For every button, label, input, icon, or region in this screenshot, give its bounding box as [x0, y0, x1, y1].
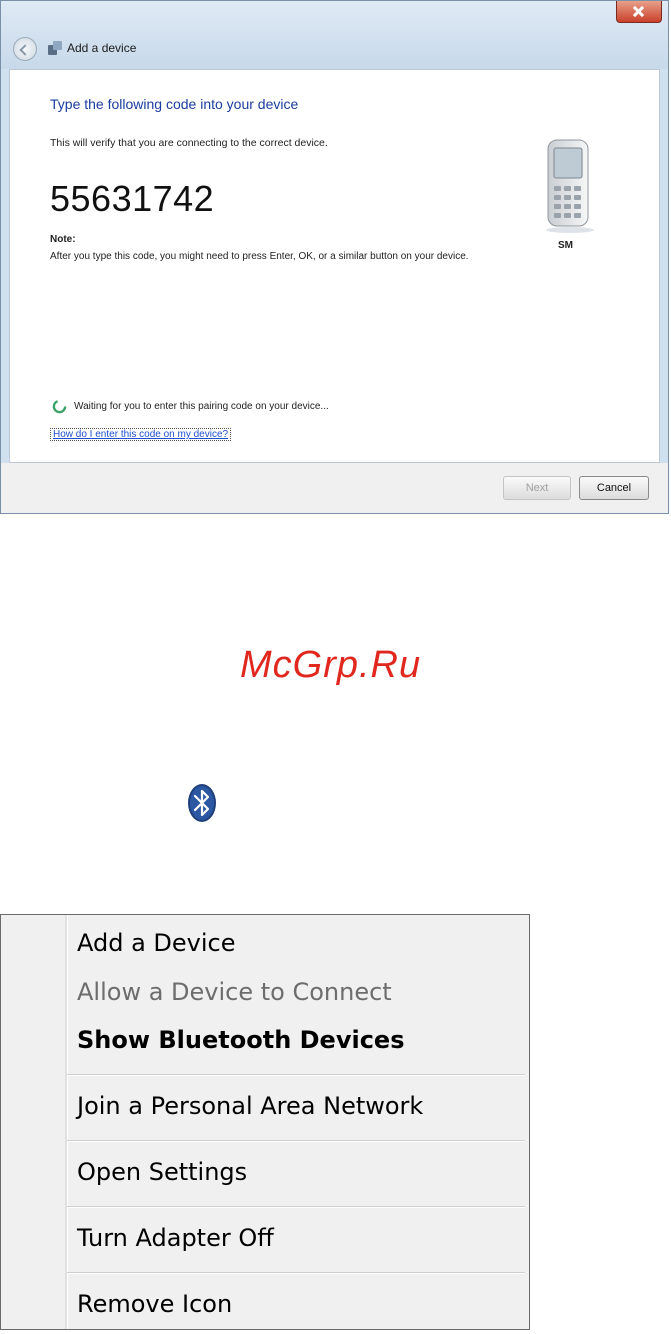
button-bar: Next Cancel	[1, 463, 668, 513]
close-icon[interactable]	[616, 1, 662, 23]
menu-item-join-pan[interactable]: Join a Personal Area Network	[77, 1092, 423, 1120]
dialog-content: Type the following code into your device…	[9, 69, 660, 463]
title-bar: Add a device	[1, 1, 668, 69]
menu-item-add-device[interactable]: Add a Device	[77, 929, 236, 957]
menu-item-open-settings[interactable]: Open Settings	[77, 1158, 247, 1186]
menu-separator	[67, 1206, 525, 1208]
waiting-status: Waiting for you to enter this pairing co…	[74, 401, 329, 412]
device-name: SM	[558, 240, 573, 251]
back-arrow-icon[interactable]	[13, 37, 37, 61]
note-text: After you type this code, you might need…	[50, 251, 469, 262]
phone-icon	[546, 139, 594, 233]
menu-separator	[67, 1140, 525, 1142]
menu-item-show-devices[interactable]: Show Bluetooth Devices	[77, 1026, 405, 1054]
menu-separator	[67, 1074, 525, 1076]
pairing-code: 55631742	[50, 178, 215, 219]
menu-item-turn-adapter-off[interactable]: Turn Adapter Off	[77, 1224, 274, 1252]
window-title: Add a device	[67, 41, 137, 55]
spinner-icon	[52, 399, 67, 414]
watermark: McGrp.Ru	[240, 644, 422, 686]
menu-separator	[67, 1272, 525, 1274]
cancel-button[interactable]: Cancel	[579, 476, 649, 500]
add-device-window: Add a device Type the following code int…	[0, 0, 669, 514]
verify-text: This will verify that you are connecting…	[50, 137, 328, 149]
instruction-heading: Type the following code into your device	[50, 96, 299, 112]
next-button[interactable]: Next	[503, 476, 571, 500]
note-heading: Note:	[50, 234, 76, 245]
bluetooth-context-menu: Add a Device Allow a Device to Connect S…	[0, 914, 530, 1330]
help-link[interactable]: How do I enter this code on my device?	[50, 428, 232, 441]
menu-item-allow-device[interactable]: Allow a Device to Connect	[77, 978, 392, 1006]
bluetooth-device-icon	[48, 41, 62, 55]
menu-icon-gutter	[65, 915, 68, 1329]
menu-item-remove-icon[interactable]: Remove Icon	[77, 1290, 232, 1318]
bluetooth-icon[interactable]	[186, 783, 218, 823]
